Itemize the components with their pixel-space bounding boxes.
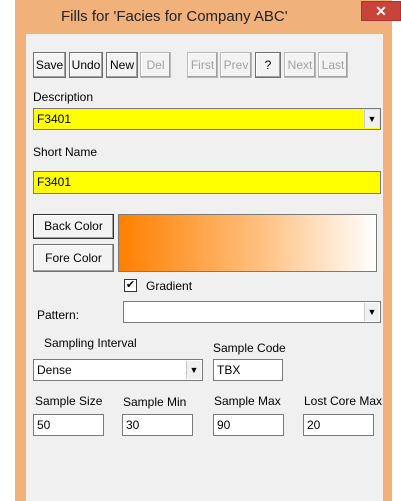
undo-button[interactable]: Undo: [69, 52, 103, 78]
description-value: F3401: [37, 112, 72, 126]
prev-button[interactable]: Prev: [220, 52, 252, 78]
color-gradient-preview: [118, 214, 377, 272]
dialog-window: Fills for 'Facies for Company ABC' ✕ Sav…: [15, 0, 401, 501]
first-button[interactable]: First: [187, 52, 218, 78]
title-bar[interactable]: Fills for 'Facies for Company ABC' ✕: [15, 0, 401, 34]
close-icon[interactable]: ✕: [361, 1, 401, 21]
chevron-down-icon[interactable]: ▼: [186, 361, 201, 379]
short-name-label: Short Name: [33, 145, 98, 159]
sample-size-label: Sample Size: [35, 394, 103, 408]
save-button[interactable]: Save: [33, 52, 66, 78]
sample-code-label: Sample Code: [213, 341, 286, 355]
lost-core-max-label: Lost Core Max: [304, 394, 383, 408]
lost-core-max-input[interactable]: 20: [303, 414, 374, 436]
description-dropdown[interactable]: F3401 ▼: [33, 108, 381, 130]
new-button[interactable]: New: [106, 52, 138, 78]
sampling-interval-label: Sampling Interval: [44, 336, 137, 350]
window-title: Fills for 'Facies for Company ABC': [61, 8, 288, 25]
delete-button[interactable]: Del: [140, 52, 171, 78]
sample-max-label: Sample Max: [214, 394, 281, 408]
dialog-body: Save Undo New Del First Prev ? Next Last…: [26, 34, 383, 501]
gradient-checkbox[interactable]: ✔: [124, 279, 137, 292]
sample-max-input[interactable]: 90: [213, 414, 284, 436]
sample-min-input[interactable]: 30: [122, 414, 193, 436]
pattern-dropdown[interactable]: ▼: [123, 301, 381, 323]
sample-size-input[interactable]: 50: [33, 414, 104, 436]
help-button[interactable]: ?: [255, 52, 281, 78]
next-button[interactable]: Next: [284, 52, 316, 78]
short-name-input[interactable]: F3401: [33, 171, 381, 194]
sampling-interval-dropdown[interactable]: Dense ▼: [33, 359, 203, 381]
description-label: Description: [33, 90, 94, 104]
back-color-button[interactable]: Back Color: [33, 214, 114, 239]
chevron-down-icon[interactable]: ▼: [364, 303, 379, 321]
sample-code-input[interactable]: TBX: [213, 359, 283, 381]
gradient-label: Gradient: [146, 279, 193, 293]
fore-color-button[interactable]: Fore Color: [33, 244, 114, 272]
pattern-label: Pattern:: [37, 308, 80, 322]
sampling-interval-value: Dense: [37, 363, 72, 377]
chevron-down-icon[interactable]: ▼: [364, 110, 379, 128]
sample-min-label: Sample Min: [123, 395, 187, 409]
last-button[interactable]: Last: [318, 52, 348, 78]
